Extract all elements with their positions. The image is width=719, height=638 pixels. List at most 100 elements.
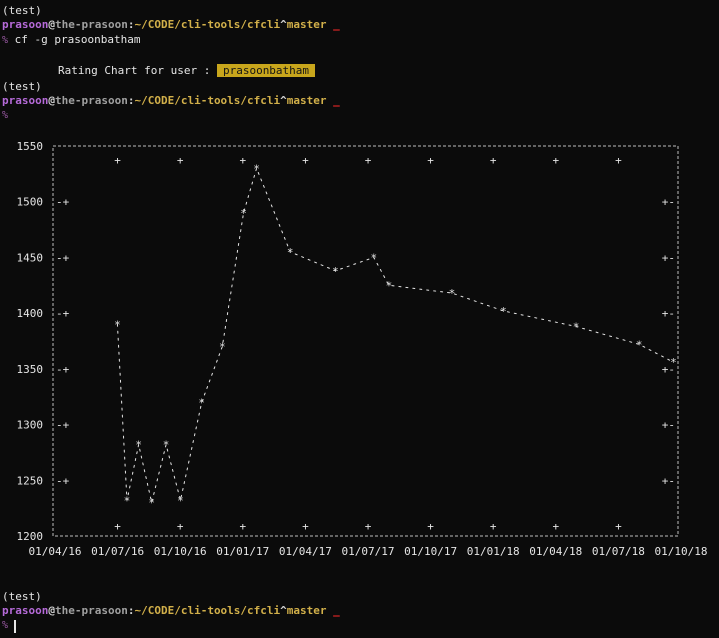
rating-chart: 1550 1500 -+ +- 1450 -+ +- 1400 -+ +- 1350 -+ +- 1300… (0, 136, 719, 566)
y-tick-label: 1200 (17, 530, 44, 543)
rating-label: Rating Chart for user : (58, 64, 211, 77)
rating-point: * (670, 356, 677, 369)
shell-prompt-3: prasoon@the-prasoon:~/CODE/cli-tools/cfc… (2, 604, 340, 618)
venv-label-2: (test) (2, 80, 42, 93)
text-cursor (14, 620, 16, 633)
rating-point: * (332, 265, 339, 278)
prompt-mark-line: % (2, 108, 8, 122)
prompt-at: @ (48, 18, 55, 31)
y-tick-mark: -+ (56, 419, 70, 432)
rating-point: * (177, 494, 184, 507)
x-tick-mark: + (302, 520, 309, 533)
rating-header: Rating Chart for user : prasoonbatham (58, 64, 316, 78)
y-tick-mark: -+ (56, 474, 70, 487)
prompt-user: prasoon (2, 604, 49, 617)
prompt-path: ~/CODE/cli-tools/cfcli (134, 604, 281, 617)
x-tick-mark: + (114, 154, 121, 167)
x-tick-label: 01/04/18 (529, 545, 582, 558)
prompt-user: prasoon (2, 94, 49, 107)
prompt-host: the-prasoon (54, 604, 128, 617)
y-tick-mark: +- (662, 251, 675, 264)
x-tick-label: 01/01/18 (467, 545, 520, 558)
chart-series: * * * * * * * * * * * * * * * * * * * (114, 162, 677, 509)
prompt-caret: ^ (280, 604, 287, 617)
prompt-cursor-mark: _ (333, 94, 340, 107)
prompt-mark: % (2, 35, 9, 46)
x-tick-mark: + (114, 520, 121, 533)
venv-label: (test) (2, 4, 42, 17)
y-tick-mark: +- (662, 307, 675, 320)
y-tick-label: 1300 (17, 419, 44, 432)
y-tick-label: 1350 (17, 363, 44, 376)
x-tick-label: 01/01/17 (216, 545, 269, 558)
terminal-window[interactable]: (test) prasoon@the-prasoon:~/CODE/cli-to… (0, 0, 719, 638)
x-tick-mark: + (177, 520, 184, 533)
shell-prompt: prasoon@the-prasoon:~/CODE/cli-tools/cfc… (2, 18, 340, 32)
x-tick-mark: + (177, 154, 184, 167)
prompt-cursor-mark: _ (333, 604, 340, 617)
y-tick-label: 1250 (17, 474, 44, 487)
prompt-at: @ (48, 604, 55, 617)
chart-y-ticks: 1550 1500 -+ +- 1450 -+ +- 1400 -+ +- 1350 -+ +- 1300… (17, 140, 676, 543)
rating-point: * (135, 439, 142, 452)
chart-frame (52, 145, 679, 537)
rating-point: * (219, 341, 226, 354)
y-tick-mark: -+ (56, 251, 70, 264)
prompt-host: the-prasoon (54, 94, 128, 107)
prompt-mark: % (2, 620, 9, 631)
prompt-host: the-prasoon (54, 18, 128, 31)
rating-chart-svg: 1550 1500 -+ +- 1450 -+ +- 1400 -+ +- 1350 -+ +- 1300… (17, 140, 708, 558)
x-tick-mark: + (365, 154, 372, 167)
shell-prompt-2: prasoon@the-prasoon:~/CODE/cli-tools/cfc… (2, 94, 340, 108)
prompt-branch: master (286, 604, 327, 617)
y-tick-mark: +- (662, 419, 675, 432)
x-tick-label: 01/07/16 (91, 545, 144, 558)
prompt-at: @ (48, 94, 55, 107)
x-tick-label: 01/04/17 (279, 545, 332, 558)
x-tick-mark: + (365, 520, 372, 533)
prompt-caret: ^ (280, 94, 287, 107)
prompt-path: ~/CODE/cli-tools/cfcli (134, 94, 281, 107)
prompt-path: ~/CODE/cli-tools/cfcli (134, 18, 281, 31)
rating-point: * (148, 497, 155, 510)
x-tick-mark: + (552, 520, 559, 533)
x-tick-mark: + (615, 154, 622, 167)
y-tick-label: 1500 (17, 196, 44, 209)
y-tick-mark: -+ (56, 196, 70, 209)
x-tick-label: 01/07/17 (342, 545, 395, 558)
rating-point: * (163, 439, 170, 452)
prompt-cursor-mark: _ (333, 18, 340, 31)
venv-label-3: (test) (2, 590, 42, 603)
x-tick-mark: + (490, 520, 497, 533)
username-badge: prasoonbatham (216, 64, 316, 77)
x-tick-label: 01/07/18 (592, 545, 645, 558)
x-tick-mark: + (490, 154, 497, 167)
command-input-line[interactable]: % (2, 618, 8, 632)
chart-x-ticks: 01/04/16 01/07/16 + +01/10/16 + +01/01/17 + +01… (29, 154, 708, 558)
x-tick-label: 01/10/17 (404, 545, 457, 558)
y-tick-label: 1450 (17, 251, 44, 264)
rating-point: * (386, 279, 393, 292)
rating-point: * (449, 287, 456, 300)
chart-axes (52, 145, 679, 537)
x-tick-mark: + (427, 154, 434, 167)
x-tick-label: 01/04/16 (29, 545, 82, 558)
y-tick-mark: -+ (56, 363, 70, 376)
rating-series-line (116, 166, 674, 503)
y-tick-mark: +- (662, 196, 675, 209)
prompt-caret: ^ (280, 18, 287, 31)
rating-point: * (287, 246, 294, 259)
rating-point: * (500, 305, 507, 318)
x-tick-mark: + (427, 520, 434, 533)
x-tick-mark: + (239, 520, 246, 533)
rating-point: * (371, 251, 378, 264)
rating-point: * (573, 321, 580, 334)
x-tick-label: 01/10/18 (655, 545, 708, 558)
prompt-mark: % (2, 110, 9, 121)
y-tick-label: 1550 (17, 140, 44, 153)
command-text: cf -g prasoonbatham (14, 33, 141, 46)
prompt-branch: master (286, 18, 327, 31)
rating-point: * (114, 318, 121, 331)
x-tick-mark: + (239, 154, 246, 167)
rating-point: * (240, 207, 247, 220)
